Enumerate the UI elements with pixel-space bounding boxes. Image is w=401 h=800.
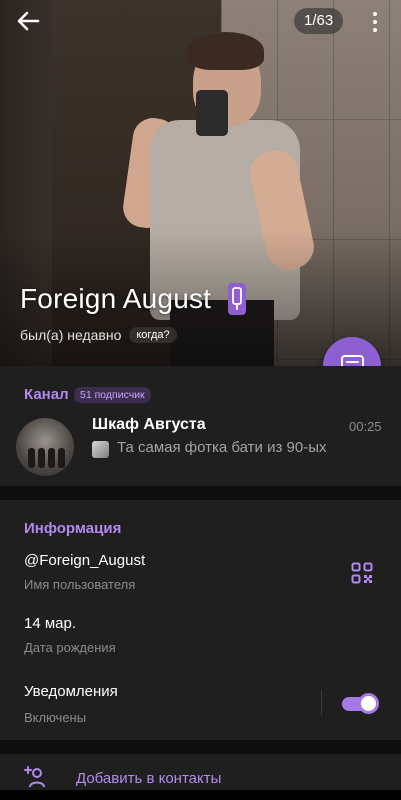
notifications-state: Включены <box>24 710 87 725</box>
channel-section-title: Канал <box>24 386 69 403</box>
when-button[interactable]: когда? <box>129 327 177 343</box>
section-gap <box>0 740 401 754</box>
back-button[interactable] <box>12 6 46 36</box>
toggle-knob <box>358 693 379 714</box>
username-value[interactable]: @Foreign_August <box>24 552 145 569</box>
last-seen-status: был(а) недавно <box>20 327 122 343</box>
system-nav-bar <box>0 790 401 800</box>
channel-last-post-preview: Та самая фотка бати из 90-ых <box>117 439 327 456</box>
more-vertical-icon <box>373 12 377 16</box>
channel-post-thumbnail <box>92 441 109 458</box>
qr-code-icon <box>351 562 373 584</box>
back-arrow-icon <box>17 11 40 31</box>
profile-name-row: Foreign August <box>20 282 247 316</box>
section-gap <box>0 486 401 500</box>
add-contact-icon <box>24 766 45 788</box>
channel-avatar[interactable] <box>16 418 74 476</box>
channel-title[interactable]: Шкаф Августа <box>92 416 206 434</box>
subscribers-badge: 51 подписчик <box>74 387 151 403</box>
premium-badge-icon[interactable] <box>227 282 247 316</box>
photo-counter: 1/63 <box>294 8 344 34</box>
top-bar: 1/63 <box>0 0 401 44</box>
more-button[interactable] <box>364 8 386 36</box>
qr-code-button[interactable] <box>351 562 373 584</box>
info-section-title: Информация <box>24 520 122 537</box>
birthday-label: Дата рождения <box>24 640 116 655</box>
status-row: был(а) недавно когда? <box>20 327 177 343</box>
notifications-title[interactable]: Уведомления <box>24 683 118 700</box>
row-divider <box>321 690 322 716</box>
birthday-value[interactable]: 14 мар. <box>24 615 76 632</box>
add-contact-button[interactable]: Добавить в контакты <box>76 770 221 787</box>
channel-last-post-time: 00:25 <box>349 419 382 434</box>
notifications-toggle[interactable] <box>342 693 379 714</box>
photo-phone <box>196 90 228 136</box>
profile-name: Foreign August <box>20 283 212 314</box>
username-label: Имя пользователя <box>24 577 136 592</box>
